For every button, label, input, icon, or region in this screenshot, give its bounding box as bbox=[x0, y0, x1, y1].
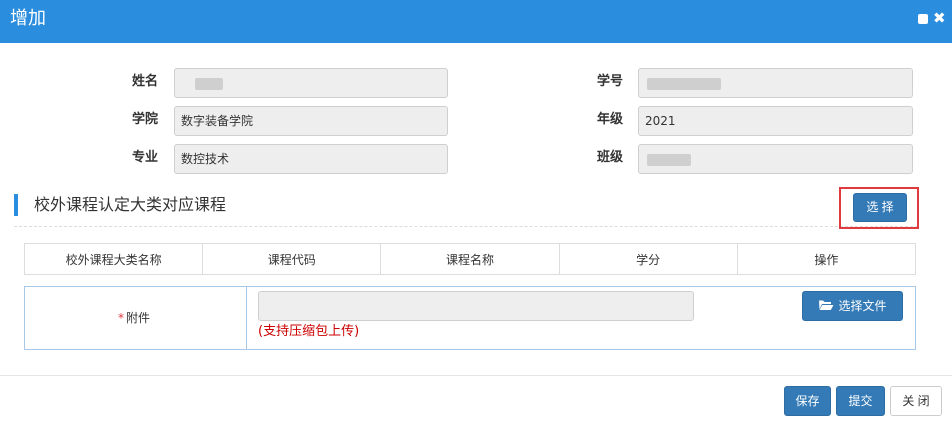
redacted-name bbox=[195, 78, 223, 90]
file-path-field[interactable] bbox=[258, 291, 694, 321]
major-label: 专业 bbox=[131, 150, 158, 165]
name-label: 姓名 bbox=[131, 74, 158, 89]
section-divider bbox=[14, 226, 918, 227]
grade-label: 年级 bbox=[596, 112, 623, 127]
upload-hint: (支持压缩包上传) bbox=[258, 324, 360, 339]
maximize-icon[interactable] bbox=[918, 14, 928, 24]
required-mark: * bbox=[118, 311, 124, 325]
col-course-code: 课程代码 bbox=[202, 243, 382, 275]
name-field[interactable] bbox=[174, 68, 448, 98]
grade-field[interactable]: 2021 bbox=[638, 106, 913, 136]
course-table: 校外课程大类名称 课程代码 课程名称 学分 操作 bbox=[23, 243, 917, 275]
dialog-titlebar: 增加 ✖ bbox=[0, 0, 952, 43]
close-icon[interactable]: ✖ bbox=[933, 10, 946, 26]
col-category-name: 校外课程大类名称 bbox=[23, 243, 204, 275]
col-actions: 操作 bbox=[736, 243, 917, 275]
table-header-row: 校外课程大类名称 课程代码 课程名称 学分 操作 bbox=[23, 243, 917, 275]
attachment-divider bbox=[246, 286, 247, 350]
major-value: 数控技术 bbox=[181, 152, 230, 166]
col-credits: 学分 bbox=[558, 243, 738, 275]
attachment-label: * 附件 bbox=[118, 310, 150, 326]
college-label: 学院 bbox=[131, 112, 158, 127]
redacted-student-id bbox=[647, 78, 721, 90]
class-field[interactable] bbox=[638, 144, 913, 174]
grade-value: 2021 bbox=[645, 114, 676, 128]
submit-button[interactable]: 提交 bbox=[836, 386, 885, 416]
footer-divider bbox=[0, 375, 952, 376]
class-label: 班级 bbox=[596, 150, 623, 165]
section-title: 校外课程认定大类对应课程 bbox=[34, 195, 227, 214]
attachment-label-text: 附件 bbox=[126, 311, 151, 325]
major-field[interactable]: 数控技术 bbox=[174, 144, 448, 174]
close-button[interactable]: 关 闭 bbox=[890, 386, 942, 416]
dialog-title: 增加 bbox=[10, 8, 46, 29]
college-value: 数字装备学院 bbox=[181, 114, 254, 128]
save-button[interactable]: 保存 bbox=[784, 386, 831, 416]
folder-open-icon bbox=[819, 300, 834, 310]
redacted-class bbox=[647, 154, 691, 166]
student-id-field[interactable] bbox=[638, 68, 913, 98]
section-accent-bar bbox=[14, 194, 18, 216]
college-field[interactable]: 数字装备学院 bbox=[174, 106, 448, 136]
student-id-label: 学号 bbox=[596, 74, 623, 89]
choose-file-label: 选择文件 bbox=[838, 299, 887, 313]
col-course-name: 课程名称 bbox=[380, 243, 560, 275]
choose-file-button[interactable]: 选择文件 bbox=[802, 291, 903, 321]
select-course-button[interactable]: 选 择 bbox=[853, 193, 907, 222]
